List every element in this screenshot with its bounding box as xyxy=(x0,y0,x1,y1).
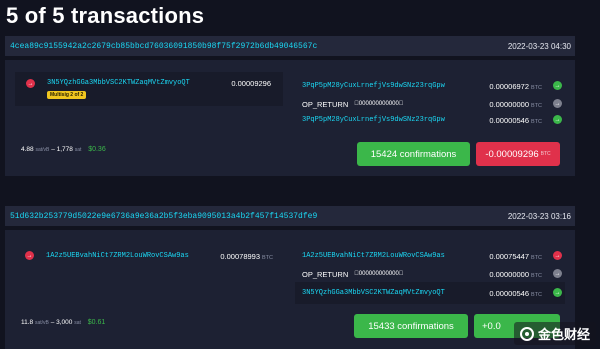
input-amount: 0.00009296 xyxy=(231,79,271,88)
output-row: 1A2z5UEBvahNiCt7ZRM2LouWRovCSAw9as 0.000… xyxy=(302,249,572,263)
watermark-text: 金色财经 xyxy=(537,327,590,342)
output-address[interactable]: 3N5YQzhGGa3MbbVSC2KTWZaqMVtZmvyoQT xyxy=(302,289,445,297)
op-return-label: OP_RETURN xyxy=(302,269,349,279)
output-unit: BTC xyxy=(531,272,542,279)
output-unit: BTC xyxy=(531,291,542,298)
output-amount: 0.00000546 xyxy=(489,288,529,298)
txid-link[interactable]: 51d632b253779d5022e9e6736a9e36a2b5f3eba9… xyxy=(10,212,317,221)
op-return-script:  000000000000  xyxy=(354,271,404,277)
watermark-logo-icon xyxy=(519,326,534,341)
output-amount: 0.00000000 xyxy=(489,99,529,109)
output-highlight-panel: 3N5YQzhGGa3MbbVSC2KTWZaqMVtZmvyoQT 0.000… xyxy=(295,282,565,304)
input-address[interactable]: 1A2z5UEBvahNiCt7ZRM2LouWRovCSAw9as xyxy=(46,252,189,260)
fee-sat: 1,778 xyxy=(56,146,73,153)
output-spent-icon[interactable]: → xyxy=(553,81,562,90)
output-unspendable-icon[interactable]: → xyxy=(553,99,562,108)
multisig-badge: Multisig 2 of 2 xyxy=(47,91,87,99)
op-return-script:  000000000000  xyxy=(354,101,404,107)
output-unit: BTC xyxy=(531,84,542,91)
confirmations-button[interactable]: 15424 confirmations xyxy=(357,142,470,166)
input-amount: 0.00078993 xyxy=(220,251,260,261)
confirmations-button[interactable]: 15433 confirmations xyxy=(354,314,468,338)
total-amount: +0.0 xyxy=(482,320,501,332)
output-amount: 0.00006972 xyxy=(489,81,529,91)
page-title: 5 of 5 transactions xyxy=(6,3,205,28)
fee-sat-unit: sat xyxy=(74,320,81,326)
input-arrow-icon[interactable]: → xyxy=(26,79,35,88)
fee-info: 4.88 sat/vB – 1,778 sat $0.36 xyxy=(21,146,106,153)
fee-rate: 11.8 xyxy=(21,319,34,326)
tx-body: → 3N5YQzhGGa3MbbVSC2KTWZaqMVtZmvyoQT Mul… xyxy=(5,60,575,176)
op-return-label: OP_RETURN xyxy=(302,99,349,109)
output-amount: 0.00000000 xyxy=(489,269,529,279)
output-amount: 0.00075447 xyxy=(489,251,529,261)
txid-link[interactable]: 4cea89c9155942a2c2679cb85bbcd76036091850… xyxy=(10,42,317,51)
output-row: OP_RETURN  000000000000  0.00000000 BTC → xyxy=(302,97,572,111)
output-address[interactable]: 1A2z5UEBvahNiCt7ZRM2LouWRovCSAw9as xyxy=(302,252,445,260)
output-spent-icon[interactable]: → xyxy=(553,288,562,297)
output-spent-icon[interactable]: → xyxy=(553,115,562,124)
fee-rate: 4.88 xyxy=(21,146,34,153)
fee-sat: 3,000 xyxy=(56,319,73,326)
input-arrow-icon[interactable]: → xyxy=(25,251,34,260)
total-unit: BTC xyxy=(540,151,551,157)
watermark: 金色财经 xyxy=(513,322,596,345)
total-amount: -0.00009296 xyxy=(485,148,539,160)
output-row: 3N5YQzhGGa3MbbVSC2KTWZaqMVtZmvyoQT 0.000… xyxy=(302,286,565,300)
output-address[interactable]: 3PqP5pM28yCuxLrnefjVs9dwSNz23rqGpw xyxy=(302,82,445,90)
output-row: 3PqP5pM28yCuxLrnefjVs9dwSNz23rqGpw 0.000… xyxy=(302,79,572,93)
fee-rate-unit: sat/vB xyxy=(34,320,49,326)
output-unit: BTC xyxy=(531,118,542,125)
input-unit: BTC xyxy=(262,254,273,261)
fee-usd: $0.61 xyxy=(87,319,106,326)
input-row: → 1A2z5UEBvahNiCt7ZRM2LouWRovCSAw9as 0.0… xyxy=(25,249,275,263)
fee-usd: $0.36 xyxy=(88,146,106,153)
total-amount-button[interactable]: -0.00009296 BTC xyxy=(476,142,560,166)
output-row: 3PqP5pM28yCuxLrnefjVs9dwSNz23rqGpw 0.000… xyxy=(302,113,572,127)
tx-body: → 1A2z5UEBvahNiCt7ZRM2LouWRovCSAw9as 0.0… xyxy=(5,230,575,349)
output-change-icon[interactable]: → xyxy=(553,251,562,260)
fee-info: 11.8 sat/vB – 3,000 sat $0.61 xyxy=(21,319,106,326)
output-row: OP_RETURN  000000000000  0.00000000 BTC → xyxy=(302,267,572,281)
tx-header: 4cea89c9155942a2c2679cb85bbcd76036091850… xyxy=(5,36,575,56)
tx-header: 51d632b253779d5022e9e6736a9e36a2b5f3eba9… xyxy=(5,206,575,226)
tx-timestamp: 2022-03-23 04:30 xyxy=(507,41,571,51)
output-unit: BTC xyxy=(531,102,542,109)
input-panel: → 3N5YQzhGGa3MbbVSC2KTWZaqMVtZmvyoQT Mul… xyxy=(15,72,283,106)
output-address[interactable]: 3PqP5pM28yCuxLrnefjVs9dwSNz23rqGpw xyxy=(302,116,445,124)
tx-timestamp: 2022-03-23 03:16 xyxy=(507,211,571,221)
fee-rate-unit: sat/vB xyxy=(35,147,50,153)
fee-sat-unit: sat xyxy=(74,147,82,153)
input-address[interactable]: 3N5YQzhGGa3MbbVSC2KTWZaqMVtZmvyoQT xyxy=(47,79,190,87)
output-unspendable-icon[interactable]: → xyxy=(553,269,562,278)
output-unit: BTC xyxy=(531,254,542,261)
output-amount: 0.00000546 xyxy=(489,115,529,125)
